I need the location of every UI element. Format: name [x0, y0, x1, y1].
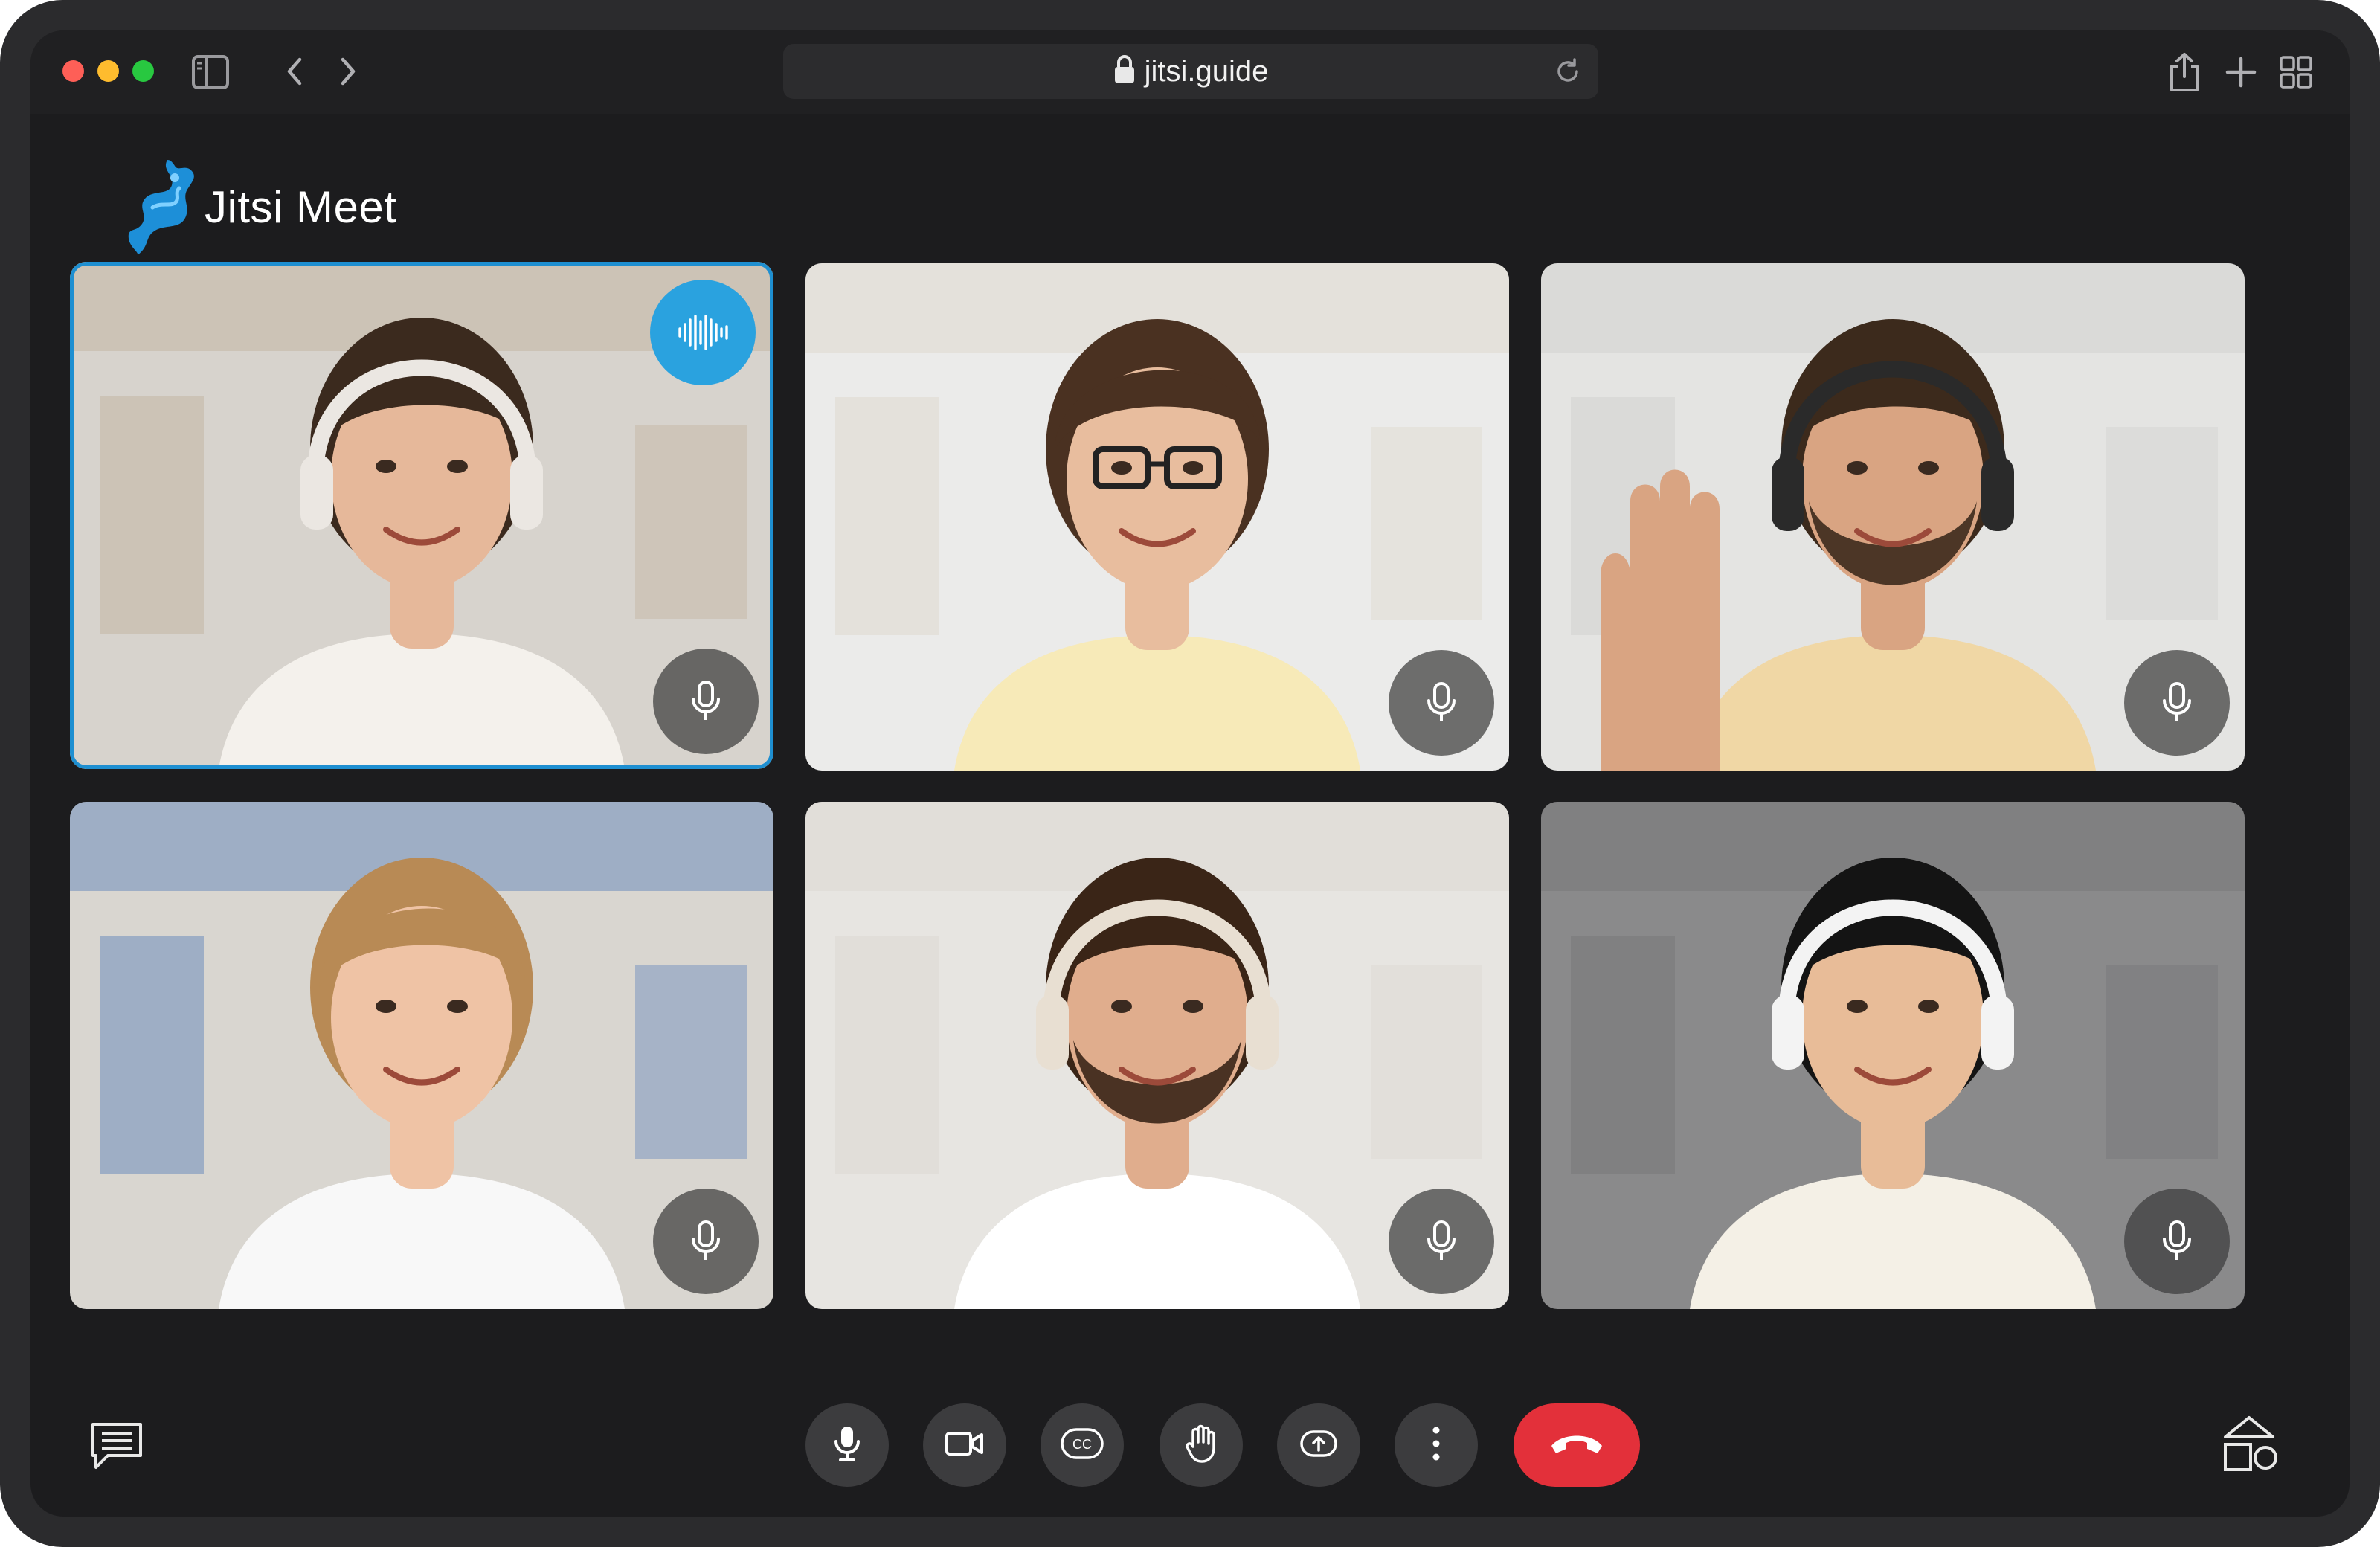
microphone-icon	[832, 1425, 862, 1466]
browser-toolbar: jitsi.guide	[30, 30, 2350, 114]
share-screen-button[interactable]	[1277, 1403, 1360, 1487]
more-options-icon	[1432, 1426, 1441, 1465]
raise-hand-icon	[1184, 1424, 1218, 1467]
address-bar[interactable]: jitsi.guide	[783, 44, 1598, 99]
microphone-icon[interactable]	[2124, 1189, 2230, 1294]
hangup-button[interactable]	[1514, 1403, 1640, 1487]
screen: jitsi.guide Jitsi Meet CC	[30, 30, 2350, 1517]
closed-captions-button[interactable]: CC	[1041, 1403, 1124, 1487]
url-text: jitsi.guide	[1144, 54, 1269, 88]
shapes-icon[interactable]	[2216, 1411, 2283, 1478]
close-window-button[interactable]	[62, 60, 84, 82]
camera-icon	[945, 1430, 985, 1461]
tab-overview-icon[interactable]	[2277, 53, 2315, 91]
microphone-button[interactable]	[805, 1403, 889, 1487]
more-options-button[interactable]	[1395, 1403, 1478, 1487]
participant-tile[interactable]	[805, 802, 1509, 1309]
closed-captions-icon: CC	[1060, 1427, 1104, 1464]
jitsi-logo-icon	[123, 155, 197, 259]
share-screen-icon	[1299, 1429, 1338, 1461]
reload-icon[interactable]	[1554, 57, 1582, 89]
minimize-window-button[interactable]	[97, 60, 119, 82]
zoom-window-button[interactable]	[132, 60, 154, 82]
camera-button[interactable]	[923, 1403, 1006, 1487]
raise-hand-button[interactable]	[1160, 1403, 1243, 1487]
audio-wave-icon	[650, 280, 756, 385]
app-logo: Jitsi Meet	[123, 155, 396, 259]
app-title: Jitsi Meet	[205, 182, 397, 232]
participant-tile[interactable]	[70, 802, 774, 1309]
forward-icon[interactable]	[329, 53, 367, 90]
share-icon[interactable]	[2164, 50, 2205, 94]
chat-icon[interactable]	[86, 1415, 148, 1478]
participant-tile[interactable]	[1541, 802, 2245, 1309]
sidebar-icon[interactable]	[190, 51, 231, 93]
svg-text:CC: CC	[1072, 1437, 1092, 1452]
microphone-icon[interactable]	[653, 649, 759, 754]
device-frame: jitsi.guide Jitsi Meet CC	[0, 0, 2380, 1547]
participant-tile[interactable]	[70, 262, 774, 769]
microphone-icon[interactable]	[2124, 650, 2230, 756]
microphone-icon[interactable]	[1389, 650, 1494, 756]
participant-tile[interactable]	[805, 263, 1509, 771]
microphone-icon[interactable]	[653, 1189, 759, 1294]
hangup-icon	[1548, 1431, 1605, 1460]
microphone-icon[interactable]	[1389, 1189, 1494, 1294]
participant-tile[interactable]	[1541, 263, 2245, 771]
back-icon[interactable]	[276, 53, 313, 90]
new-tab-icon[interactable]	[2222, 53, 2260, 91]
lock-icon	[1113, 54, 1136, 89]
